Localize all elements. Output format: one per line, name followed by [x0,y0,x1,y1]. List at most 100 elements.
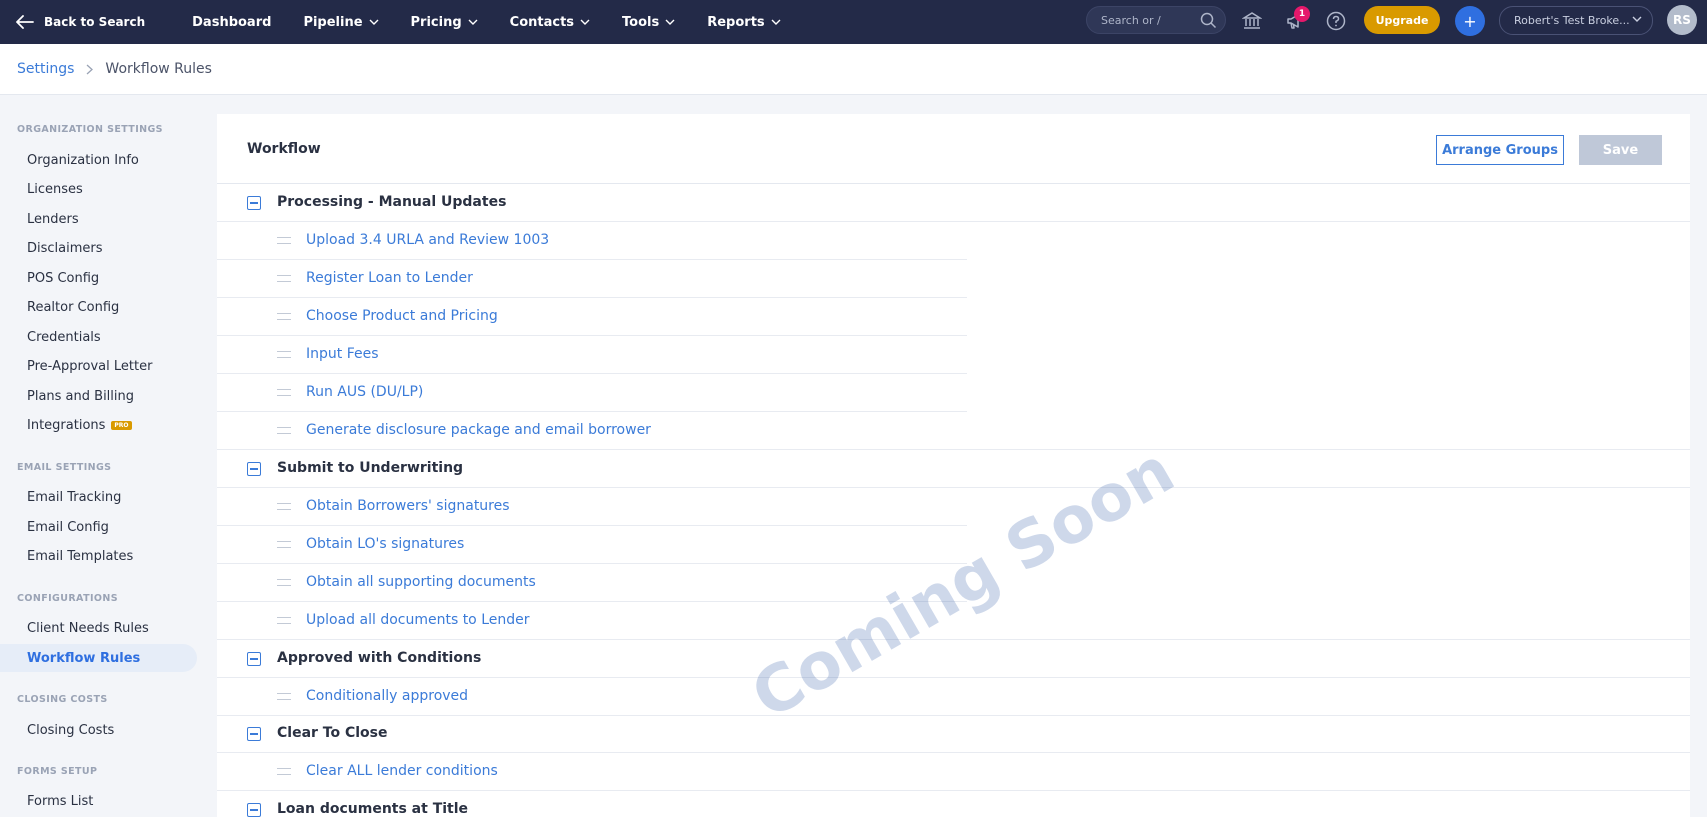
nav-pricing[interactable]: Pricing [411,15,478,30]
nav-reports-label: Reports [707,14,765,30]
add-new-button[interactable]: + [1455,6,1485,36]
collapse-icon[interactable] [247,462,261,476]
arrange-groups-button[interactable]: Arrange Groups [1436,135,1564,165]
chevron-right-icon [86,64,94,74]
chevron-down-icon [771,19,781,25]
collapse-icon[interactable] [247,196,261,210]
task-link[interactable]: Conditionally approved [306,688,468,704]
sidebar-item-label: Credentials [27,329,101,345]
section-title-organization: ORGANIZATION SETTINGS [17,124,163,135]
nav-reports[interactable]: Reports [707,14,781,30]
task-link[interactable]: Obtain all supporting documents [306,574,536,590]
task-link[interactable]: Obtain Borrowers' signatures [306,498,510,514]
sidebar-item-closing-costs[interactable]: Closing Costs [0,716,197,744]
section-title-configurations: CONFIGURATIONS [17,593,118,604]
help-button[interactable] [1323,8,1349,34]
drag-handle-icon[interactable] [277,617,291,624]
pro-badge: PRO [111,420,132,430]
sidebar-item-pre-approval-letter[interactable]: Pre-Approval Letter [0,352,197,380]
sidebar-item-label: Email Templates [27,548,134,564]
sidebar-item-disclaimers[interactable]: Disclaimers [0,234,197,262]
account-switcher[interactable]: Robert's Test Broke... [1499,6,1653,35]
sidebar-item-label: Client Needs Rules [27,620,149,636]
sidebar-item-label: Lenders [27,211,79,227]
workflow-task: Run AUS (DU/LP) [217,374,967,412]
drag-handle-icon[interactable] [277,768,291,775]
workflow-group: Clear To Close [217,715,1690,753]
bank-icon-button[interactable] [1239,8,1265,34]
sidebar-item-email-tracking[interactable]: Email Tracking [0,483,197,511]
workflow-task: Upload all documents to Lender [217,602,1690,640]
nav-tools-label: Tools [622,14,660,30]
nav-contacts[interactable]: Contacts [510,15,590,30]
task-link[interactable]: Input Fees [306,346,379,362]
sidebar-item-email-config[interactable]: Email Config [0,513,197,541]
task-link[interactable]: Register Loan to Lender [306,270,473,286]
back-to-search-link[interactable]: Back to Search [16,15,145,29]
sidebar-item-pos-config[interactable]: POS Config [0,264,197,292]
sidebar-item-forms-list[interactable]: Forms List [0,787,197,815]
drag-handle-icon[interactable] [277,541,291,548]
task-link[interactable]: Upload all documents to Lender [306,612,530,628]
breadcrumb-settings-link[interactable]: Settings [17,61,74,77]
sidebar-item-lenders[interactable]: Lenders [0,205,197,233]
sidebar-item-email-templates[interactable]: Email Templates [0,542,197,570]
chevron-down-icon [580,19,590,25]
save-button[interactable]: Save [1579,135,1662,165]
collapse-icon[interactable] [247,803,261,817]
task-link[interactable]: Obtain LO's signatures [306,536,464,552]
global-search-input[interactable]: Search or / [1086,6,1226,34]
sidebar-item-realtor-config[interactable]: Realtor Config [0,293,197,321]
sidebar-item-client-needs-rules[interactable]: Client Needs Rules [0,614,197,642]
group-name: Clear To Close [277,725,388,741]
drag-handle-icon[interactable] [277,313,291,320]
workflow-panel: Workflow Arrange Groups Save Processing … [217,114,1690,817]
drag-handle-icon[interactable] [277,275,291,282]
drag-handle-icon[interactable] [277,503,291,510]
drag-handle-icon[interactable] [277,389,291,396]
bank-icon [1242,12,1262,29]
collapse-icon[interactable] [247,652,261,666]
sidebar-item-label: Disclaimers [27,240,103,256]
drag-handle-icon[interactable] [277,693,291,700]
section-title-forms-setup: FORMS SETUP [17,766,98,777]
group-name: Approved with Conditions [277,650,482,666]
drag-handle-icon[interactable] [277,427,291,434]
task-link[interactable]: Run AUS (DU/LP) [306,384,423,400]
nav-dashboard[interactable]: Dashboard [192,15,271,30]
sidebar-item-licenses[interactable]: Licenses [0,175,197,203]
workflow-task: Conditionally approved [217,678,1690,716]
sidebar-item-plans-and-billing[interactable]: Plans and Billing [0,382,197,410]
task-link[interactable]: Upload 3.4 URLA and Review 1003 [306,232,549,248]
sidebar-item-organization-info[interactable]: Organization Info [0,146,197,174]
task-link[interactable]: Generate disclosure package and email bo… [306,422,651,438]
drag-handle-icon[interactable] [277,237,291,244]
sidebar-item-label: Forms List [27,793,94,809]
drag-handle-icon[interactable] [277,351,291,358]
nav-tools[interactable]: Tools [622,15,675,30]
task-link[interactable]: Clear ALL lender conditions [306,763,498,779]
search-icon [1200,12,1217,29]
workflow-group: Approved with Conditions [217,640,1690,678]
nav-pipeline[interactable]: Pipeline [303,15,379,30]
breadcrumb-current: Workflow Rules [105,61,212,77]
nav-dashboard-label: Dashboard [192,14,272,30]
sidebar-item-integrations[interactable]: Integrations PRO [0,411,197,439]
collapse-icon[interactable] [247,727,261,741]
arrow-left-icon [16,15,34,29]
task-link[interactable]: Choose Product and Pricing [306,308,498,324]
sidebar-item-label: Organization Info [27,152,139,168]
user-avatar[interactable]: RS [1667,5,1697,35]
workflow-task: Register Loan to Lender [217,260,967,298]
drag-handle-icon[interactable] [277,579,291,586]
workflow-group: Loan documents at Title [217,791,1690,817]
sidebar-item-workflow-rules[interactable]: Workflow Rules [0,644,197,672]
account-name: Robert's Test Broke... [1514,14,1630,27]
notification-badge: 1 [1294,6,1310,22]
search-placeholder: Search or / [1101,13,1161,27]
breadcrumb: Settings Workflow Rules [0,44,1707,95]
sidebar-item-credentials[interactable]: Credentials [0,323,197,351]
upgrade-button[interactable]: Upgrade [1364,6,1440,34]
workflow-group: Submit to Underwriting [217,450,1690,488]
top-nav-bar: Back to Search Dashboard Pipeline Pricin… [0,0,1707,44]
